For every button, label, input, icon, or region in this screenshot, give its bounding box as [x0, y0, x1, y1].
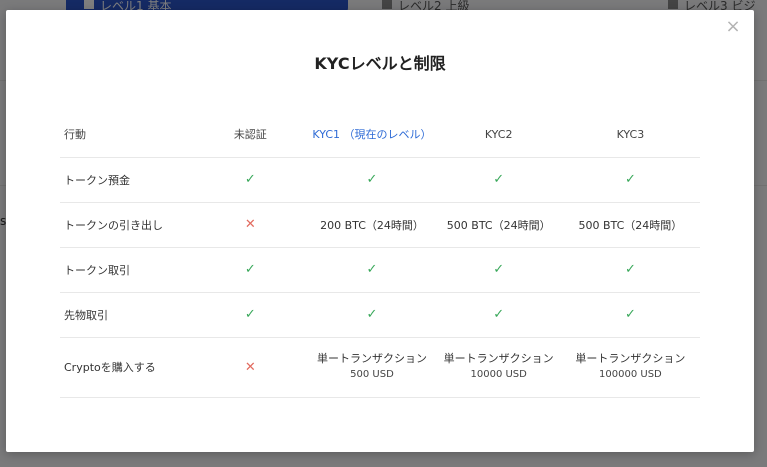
check-icon: ✓ — [493, 262, 505, 277]
table-row: Cryptoを購入する ✕ 単ートランザクション 500 USD 単ートランザク… — [60, 337, 700, 397]
kyc-limits-modal: × KYCレベルと制限 行動 未認証 KYC1 （現在のレベル） KYC2 KY… — [6, 10, 754, 452]
cross-icon: ✕ — [244, 359, 256, 375]
row-action-label: トークン取引 — [64, 263, 130, 277]
withdraw-limit-value: 500 BTC（24時間） — [578, 218, 683, 232]
column-header-kyc3: KYC3 — [616, 127, 645, 141]
column-header-action: 行動 — [64, 128, 86, 142]
check-icon: ✓ — [366, 307, 378, 322]
buy-crypto-limit: 単ートランザクション 100000 USD — [561, 337, 700, 397]
table-row: トークン取引 ✓ ✓ ✓ ✓ — [60, 247, 700, 292]
limit-amount: 100000 USD — [599, 369, 662, 380]
close-icon[interactable]: × — [725, 18, 741, 36]
column-header-kyc2: KYC2 — [484, 127, 513, 141]
check-icon: ✓ — [493, 307, 505, 322]
withdraw-limit-value: 500 BTC（24時間） — [446, 218, 551, 232]
table-header-row: 行動 未認証 KYC1 （現在のレベル） KYC2 KYC3 — [60, 112, 700, 157]
column-header-unverified: 未認証 — [233, 128, 267, 142]
limit-amount: 500 USD — [350, 369, 394, 380]
buy-crypto-limit: 単ートランザクション 10000 USD — [437, 337, 561, 397]
check-icon: ✓ — [624, 307, 636, 322]
buy-crypto-limit: 単ートランザクション 500 USD — [307, 337, 436, 397]
row-action-label: トークン預金 — [64, 173, 130, 187]
withdraw-limit-value: 200 BTC（24時間） — [320, 218, 424, 232]
limit-type-label: 単ートランザクション — [316, 352, 427, 365]
check-icon: ✓ — [366, 172, 378, 187]
check-icon: ✓ — [624, 172, 636, 187]
check-icon: ✓ — [244, 307, 256, 322]
check-icon: ✓ — [366, 262, 378, 277]
column-header-kyc1: KYC1 （現在のレベル） — [312, 128, 432, 142]
row-action-label: Cryptoを購入する — [64, 361, 156, 374]
limit-type-label: 単ートランザクション — [575, 352, 686, 365]
limit-amount: 10000 USD — [470, 369, 527, 380]
table-row: トークンの引き出し ✕ 200 BTC（24時間） 500 BTC（24時間） … — [60, 202, 700, 247]
cross-icon: ✕ — [244, 217, 256, 232]
limit-type-label: 単ートランザクション — [443, 352, 554, 365]
check-icon: ✓ — [493, 172, 505, 187]
table-row: 先物取引 ✓ ✓ ✓ ✓ — [60, 292, 700, 337]
row-action-label: 先物取引 — [64, 308, 108, 322]
check-icon: ✓ — [624, 262, 636, 277]
kyc-limits-table: 行動 未認証 KYC1 （現在のレベル） KYC2 KYC3 トークン預金 ✓ … — [60, 112, 700, 398]
check-icon: ✓ — [244, 172, 256, 187]
check-icon: ✓ — [244, 262, 256, 277]
modal-title: KYCレベルと制限 — [314, 54, 446, 73]
table-row: トークン預金 ✓ ✓ ✓ ✓ — [60, 157, 700, 202]
row-action-label: トークンの引き出し — [64, 218, 163, 232]
